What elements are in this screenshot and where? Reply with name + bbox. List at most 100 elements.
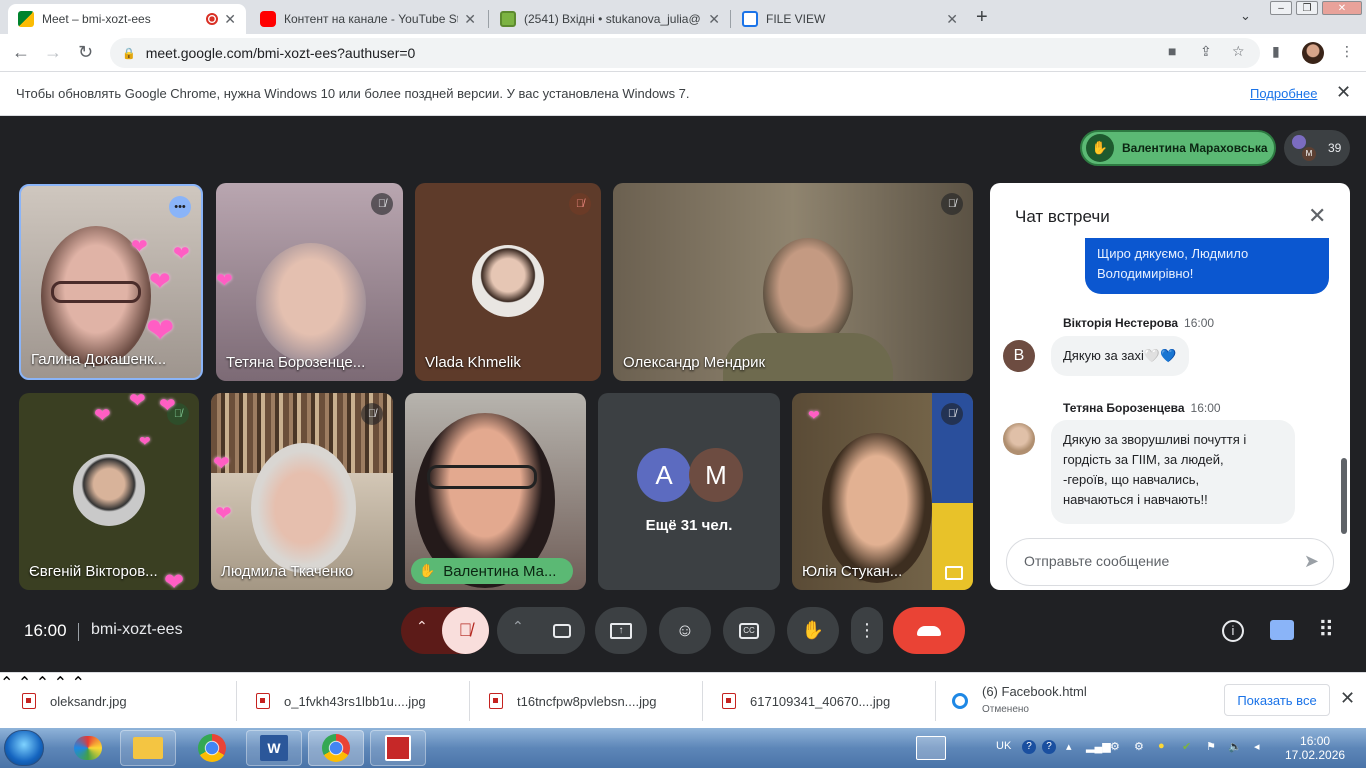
downloads-bar: oleksandr.jpg ⌃ o_1fvkh43rs1lbb1u....jpg…: [0, 672, 1366, 728]
help-icon[interactable]: ?: [1022, 740, 1036, 754]
tab-strip: Meet – bmi-xozt-ees ✕ Контент на канале …: [0, 0, 1366, 34]
participants-avatars: М: [1292, 135, 1318, 161]
taskbar-paint[interactable]: [60, 730, 116, 766]
show-all-downloads-button[interactable]: Показать все: [1224, 684, 1330, 716]
network-signal-icon[interactable]: ▂▄▆: [1086, 740, 1111, 753]
mic-off-button[interactable]: 🎙̸: [442, 607, 489, 654]
minimize-button[interactable]: –: [1270, 1, 1292, 15]
participant-tile[interactable]: 🎙̸ Vlada Khmelik: [415, 183, 601, 381]
mic-off-icon: 🎙̸: [371, 193, 393, 215]
participant-tile[interactable]: ••• ❤ ❤ ❤ ❤ Галина Докашенк...: [19, 184, 203, 380]
close-chat-icon[interactable]: ✕: [1308, 203, 1326, 229]
pen-input-icon[interactable]: [916, 736, 946, 760]
heart-reaction-icon: ❤: [149, 266, 171, 296]
participant-tile[interactable]: 🎙̸ Олександр Мендрик: [613, 183, 973, 381]
picture-in-picture-icon[interactable]: [945, 566, 963, 580]
chat-icon[interactable]: [1270, 620, 1294, 640]
close-icon[interactable]: ✕: [1336, 82, 1351, 103]
language-indicator[interactable]: UK: [996, 740, 1011, 752]
security-icon[interactable]: ✔: [1182, 740, 1191, 753]
download-item[interactable]: o_1fvkh43rs1lbb1u....jpg: [256, 673, 426, 729]
download-options-chevron-icon[interactable]: ⌃: [0, 675, 13, 692]
info-message: Чтобы обновлять Google Chrome, нужна Win…: [16, 86, 690, 101]
learn-more-link[interactable]: Подробнее: [1250, 86, 1317, 101]
message-sender: Вікторія Нестерова 16:00: [1063, 316, 1215, 330]
tab-search-icon[interactable]: ⌄: [1240, 8, 1251, 24]
taskbar-chrome-1[interactable]: [184, 730, 240, 766]
send-icon[interactable]: ➤: [1304, 551, 1319, 572]
taskbar-word[interactable]: W: [246, 730, 302, 766]
close-tab-icon[interactable]: ✕: [224, 11, 236, 28]
tab-mail[interactable]: (2541) Вхідні • stukanova_julia@ ✕: [490, 4, 730, 34]
help-icon[interactable]: ?: [1042, 740, 1056, 754]
participant-tile[interactable]: 🎙̸ ❤ ❤ ❤ ❤ ❤ Євгеній Вікторов...: [19, 393, 199, 590]
back-icon[interactable]: ←: [12, 42, 30, 63]
presenter-chip[interactable]: ✋ Валентина Мараховська: [1080, 130, 1276, 166]
audio-options-chevron-icon[interactable]: ⌃: [416, 618, 428, 635]
new-tab-button[interactable]: +: [976, 6, 988, 29]
reload-icon[interactable]: ↻: [78, 42, 93, 63]
participant-tile[interactable]: 🎙̸ ❤ ❤ Людмила Ткаченко: [211, 393, 393, 590]
restore-button[interactable]: ❐: [1296, 1, 1318, 15]
meeting-code: bmi-xozt-ees: [91, 621, 183, 638]
share-icon[interactable]: ⇪: [1200, 43, 1212, 60]
taskbar-chrome-2[interactable]: [308, 730, 364, 766]
more-options-icon[interactable]: •••: [169, 196, 191, 218]
present-screen-button[interactable]: ↑: [595, 607, 647, 654]
download-item[interactable]: (6) Facebook.html Отменено: [952, 673, 1087, 729]
heart-reaction-icon: ❤: [146, 312, 175, 350]
close-tab-icon[interactable]: ✕: [708, 11, 720, 28]
action-center-icon[interactable]: ⚑: [1206, 740, 1216, 753]
download-item[interactable]: t16tncfpw8pvlebsn....jpg: [489, 673, 656, 729]
people-button[interactable]: М 39: [1284, 130, 1350, 166]
menu-icon[interactable]: ⋮: [1340, 43, 1354, 60]
camera-icon[interactable]: ■: [1168, 43, 1176, 59]
forward-icon[interactable]: →: [44, 42, 62, 63]
more-options-button[interactable]: ⋮: [851, 607, 883, 654]
participant-tile[interactable]: ✋ Валентина Ма...: [405, 393, 586, 590]
video-options-chevron-icon[interactable]: ⌃: [512, 618, 524, 635]
window-close-button[interactable]: ✕: [1322, 1, 1362, 15]
camera-button[interactable]: [538, 607, 585, 654]
tray-arrow-icon[interactable]: ◂: [1254, 740, 1260, 753]
close-tab-icon[interactable]: ✕: [946, 11, 958, 28]
captions-button[interactable]: CC: [723, 607, 775, 654]
tray-expand-icon[interactable]: ▴: [1066, 740, 1072, 753]
taskbar-explorer[interactable]: [120, 730, 176, 766]
activities-icon[interactable]: ⠿: [1318, 617, 1334, 643]
participant-tile[interactable]: 🎙̸ ❤ Тетяна Борозенце...: [216, 183, 403, 381]
update-info-bar: Чтобы обновлять Google Chrome, нужна Win…: [0, 72, 1366, 116]
close-downloads-icon[interactable]: ✕: [1340, 688, 1355, 709]
system-clock[interactable]: 16:00 17.02.2026: [1285, 734, 1345, 762]
meeting-time: 16:00: [24, 621, 67, 640]
tab-file-view[interactable]: FILE VIEW ✕: [732, 4, 968, 34]
bookmark-star-icon[interactable]: ☆: [1232, 43, 1245, 60]
profile-avatar[interactable]: [1302, 42, 1324, 64]
close-tab-icon[interactable]: ✕: [464, 11, 476, 28]
divider: [236, 681, 237, 721]
raise-hand-button[interactable]: ✋: [787, 607, 839, 654]
participant-video: [763, 238, 853, 348]
participant-tile[interactable]: 🎙̸ ❤ Юлія Стукан...: [792, 393, 973, 590]
download-item[interactable]: oleksandr.jpg: [22, 673, 127, 729]
start-button[interactable]: [4, 730, 44, 766]
chat-scrollbar[interactable]: [1341, 458, 1347, 534]
file-view-icon: [742, 11, 758, 27]
tab-meet[interactable]: Meet – bmi-xozt-ees ✕: [8, 4, 246, 34]
tray-app-icon[interactable]: ⚙: [1134, 740, 1144, 753]
meeting-details-icon[interactable]: i: [1222, 620, 1244, 642]
others-tile[interactable]: A M Ещё 31 чел.: [598, 393, 780, 590]
taskbar-app[interactable]: [370, 730, 426, 766]
reactions-button[interactable]: ☺: [659, 607, 711, 654]
side-panel-icon[interactable]: ▮: [1272, 43, 1280, 60]
volume-icon[interactable]: 🔈: [1228, 740, 1242, 753]
tray-app-icon[interactable]: ●: [1158, 740, 1165, 752]
chat-input[interactable]: Отправьте сообщение ➤: [1006, 538, 1334, 586]
tab-youtube-studio[interactable]: Контент на канале - YouTube Stu ✕: [250, 4, 486, 34]
tray-app-icon[interactable]: ⚙: [1110, 740, 1120, 753]
heart-reaction-icon: ❤: [139, 433, 151, 449]
leave-call-button[interactable]: [893, 607, 965, 654]
address-bar[interactable]: 🔒 meet.google.com/bmi-xozt-ees?authuser=…: [110, 38, 1260, 68]
download-item[interactable]: 617109341_40670....jpg: [722, 673, 890, 729]
lock-icon: 🔒: [122, 47, 136, 60]
